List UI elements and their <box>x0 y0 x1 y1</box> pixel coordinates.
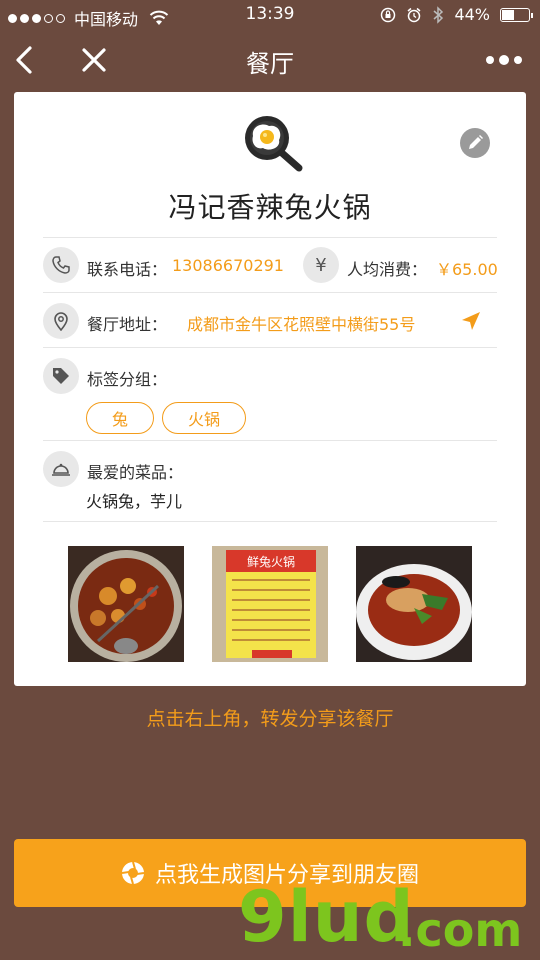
alarm-icon <box>407 7 421 22</box>
watermark-suffix: .com <box>398 903 523 957</box>
share-hint: 点击右上角，转发分享该餐厅 <box>146 708 394 730</box>
location-pin-icon <box>43 303 79 339</box>
nav-bar: 餐厅 <box>0 30 540 90</box>
aperture-icon <box>121 861 145 885</box>
generate-share-image-button[interactable]: 点我生成图片分享到朋友圈 <box>14 839 526 907</box>
address-value[interactable]: 成都市金牛区花照壁中横街55号 <box>187 311 415 335</box>
tag-chip[interactable]: 兔 <box>86 402 154 434</box>
fav-dishes-label: 最爱的菜品： <box>87 463 184 482</box>
food-cloche-icon <box>43 451 79 487</box>
status-bar: 中国移动 13:39 44% <box>0 0 540 30</box>
photo-dish[interactable] <box>356 546 472 662</box>
more-icon[interactable] <box>484 50 524 70</box>
restaurant-name: 冯记香辣兔火锅 <box>168 191 372 224</box>
bluetooth-icon <box>433 5 444 24</box>
page-title: 餐厅 <box>246 50 294 78</box>
photo-hotpot[interactable] <box>68 546 184 662</box>
avg-price-label: 人均消费： <box>347 260 428 279</box>
rotation-lock-icon <box>381 7 396 22</box>
phone-icon <box>43 247 79 283</box>
divider <box>43 237 497 238</box>
divider <box>43 521 497 522</box>
avg-price-value: ￥65.00 <box>436 260 498 279</box>
tag-icon <box>43 358 79 394</box>
fav-dishes-value: 火锅兔，芋儿 <box>86 492 183 511</box>
tags-label: 标签分组： <box>87 370 168 389</box>
navigate-icon[interactable] <box>460 310 482 332</box>
phone-number[interactable]: 13086670291 <box>172 256 284 275</box>
divider <box>43 292 497 293</box>
photo-menu[interactable]: 鲜兔火锅 <box>212 546 328 662</box>
address-label: 餐厅地址： <box>87 315 168 334</box>
frying-pan-icon <box>245 116 303 172</box>
edit-button[interactable] <box>460 128 490 158</box>
divider <box>43 440 497 441</box>
battery-percent: 44% <box>454 5 490 24</box>
battery-icon <box>500 7 533 22</box>
generate-button-label: 点我生成图片分享到朋友圈 <box>154 863 419 888</box>
phone-label: 联系电话： <box>87 260 168 279</box>
pencil-icon <box>469 135 483 149</box>
menu-photo-title: 鲜兔火锅 <box>247 554 295 569</box>
tag-chip[interactable]: 火锅 <box>162 402 246 434</box>
divider <box>43 347 497 348</box>
restaurant-card: 冯记香辣兔火锅 联系电话： 13086670291 ¥ 人均消费： ￥65.00… <box>14 92 526 686</box>
yen-icon: ¥ <box>303 247 339 283</box>
